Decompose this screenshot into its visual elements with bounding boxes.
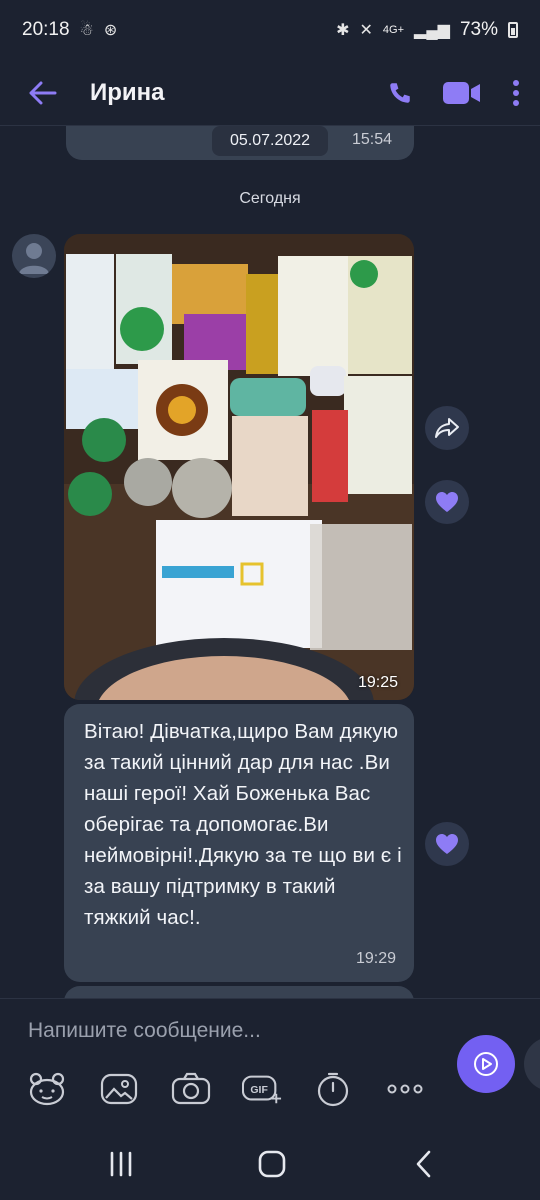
battery-icon	[508, 22, 518, 38]
sticker-icon	[29, 1072, 65, 1106]
gallery-button[interactable]	[99, 1071, 139, 1107]
previous-message-time: 15:54	[352, 131, 393, 148]
video-call-button[interactable]	[438, 73, 486, 113]
clock: 20:18	[22, 19, 70, 40]
send-icon	[474, 1052, 498, 1076]
previous-message-date: 05.07.2022	[212, 126, 328, 156]
snapchat-icon: ☃	[79, 22, 94, 39]
gallery-icon	[100, 1073, 138, 1105]
signal-icon: ▂▄▆	[414, 22, 450, 39]
floating-button-edge	[524, 1037, 540, 1091]
back-button[interactable]	[28, 78, 58, 108]
recents-button[interactable]	[101, 1148, 141, 1180]
status-bar: 20:18 ☃ ⊛ ✱ ✕ 4G+ ▂▄▆ 73%	[0, 0, 540, 60]
day-separator: Сегодня	[239, 190, 301, 207]
heart-icon	[436, 834, 458, 854]
more-options-button[interactable]	[504, 73, 528, 113]
default-avatar-icon	[19, 243, 49, 274]
call-button[interactable]	[380, 73, 420, 113]
like-photo-button[interactable]	[425, 480, 469, 524]
forward-button[interactable]	[425, 406, 469, 450]
message-input[interactable]: Напишите сообщение...	[28, 1019, 408, 1043]
text-message[interactable]: Вітаю! Дівчатка,щиро Вам дякую за такий …	[64, 704, 414, 982]
timer-icon	[317, 1072, 349, 1107]
recents-icon	[110, 1151, 132, 1177]
system-navigation-bar	[0, 1128, 540, 1200]
nav-back-icon	[416, 1150, 431, 1178]
next-message-bubble[interactable]	[64, 986, 414, 998]
composer: Напишите сообщение... GIF	[0, 998, 540, 1129]
gif-icon: GIF	[242, 1075, 282, 1104]
heart-icon	[436, 492, 458, 512]
svg-text:GIF: GIF	[250, 1085, 268, 1096]
data-saver-icon: ⊛	[103, 22, 118, 39]
video-camera-icon	[443, 81, 480, 104]
gif-button[interactable]: GIF	[242, 1071, 282, 1107]
avatar[interactable]	[12, 234, 56, 278]
timer-button[interactable]	[313, 1071, 353, 1107]
phone-icon	[390, 82, 410, 103]
bluetooth-icon: ✱	[336, 22, 350, 39]
more-vertical-icon	[513, 79, 519, 106]
back-arrow-icon	[29, 81, 57, 104]
mute-icon: ✕	[359, 22, 373, 39]
contact-name[interactable]: Ирина	[90, 79, 380, 107]
sticker-button[interactable]	[27, 1071, 67, 1107]
battery-percent: 73%	[459, 19, 498, 40]
home-icon	[258, 1150, 286, 1178]
camera-icon	[171, 1072, 211, 1105]
message-list[interactable]: 05.07.2022 15:54 Сегодня 19:25 Вітаю! Ді…	[0, 126, 540, 998]
forward-icon	[435, 418, 459, 438]
photo-message[interactable]: 19:25	[64, 234, 414, 700]
message-time: 19:29	[355, 950, 396, 967]
system-back-button[interactable]	[404, 1148, 444, 1180]
more-horizontal-icon	[387, 1084, 423, 1094]
voice-video-message-button[interactable]	[457, 1035, 515, 1093]
home-button[interactable]	[252, 1148, 292, 1180]
photo-message-time: 19:25	[357, 674, 398, 691]
like-message-button[interactable]	[425, 822, 469, 866]
message-text: Вітаю! Дівчатка,щиро Вам дякую за такий …	[84, 720, 402, 929]
network-type: 4G+	[382, 23, 405, 36]
chat-header: Ирина	[0, 60, 540, 126]
donation-photo	[64, 234, 414, 700]
camera-button[interactable]	[171, 1071, 211, 1107]
more-tools-button[interactable]	[385, 1071, 425, 1107]
